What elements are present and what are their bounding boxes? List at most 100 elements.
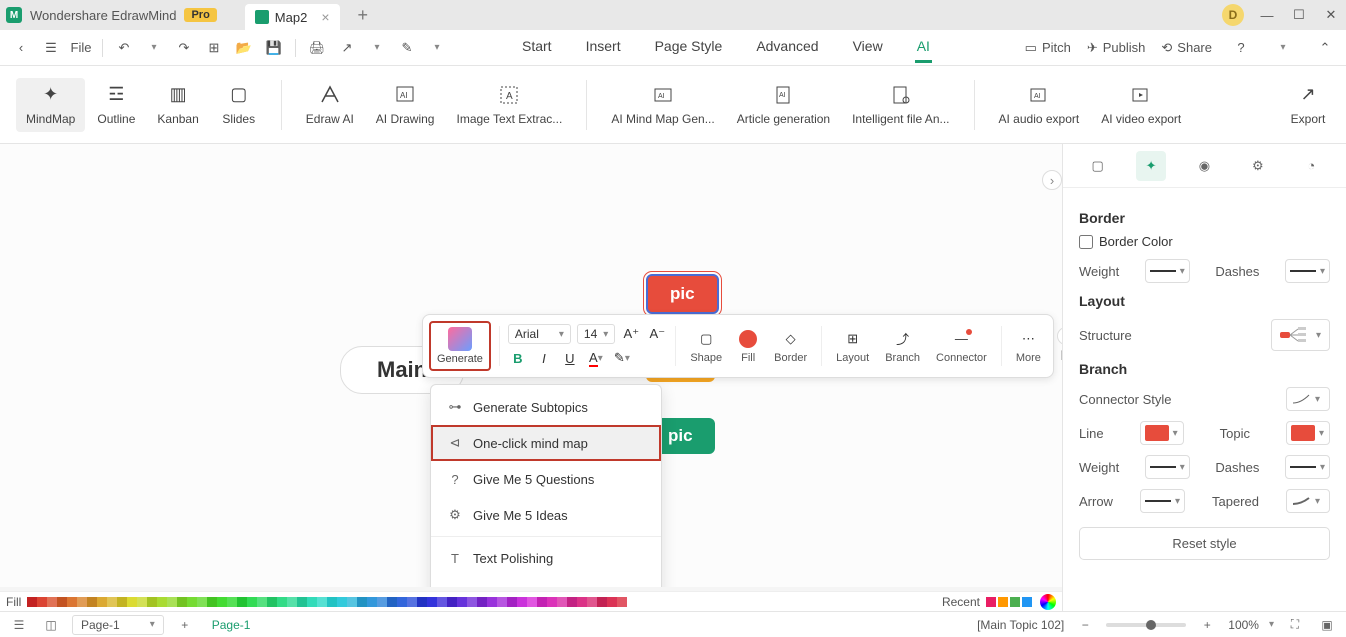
color-swatch[interactable] <box>457 597 467 607</box>
back-button[interactable]: ‹ <box>8 35 34 61</box>
panel-toggle-button[interactable]: ◫ <box>40 614 62 636</box>
color-swatch[interactable] <box>547 597 557 607</box>
color-swatch[interactable] <box>617 597 627 607</box>
add-tab-button[interactable]: + <box>358 5 369 26</box>
user-avatar[interactable]: D <box>1222 4 1244 26</box>
color-swatch[interactable] <box>217 597 227 607</box>
color-swatch[interactable] <box>307 597 317 607</box>
structure-select[interactable]: ▾ <box>1271 319 1330 351</box>
color-swatch[interactable] <box>577 597 587 607</box>
sidebar-tab-ai[interactable]: ✦ <box>1136 151 1166 181</box>
color-swatch[interactable] <box>247 597 257 607</box>
color-swatch[interactable] <box>197 597 207 607</box>
collapse-ribbon-button[interactable]: ⌃ <box>1312 35 1338 61</box>
share-button[interactable]: ⟲Share <box>1161 40 1212 56</box>
italic-button[interactable]: I <box>534 348 554 368</box>
publish-button[interactable]: ✈Publish <box>1087 40 1146 56</box>
zoom-dropdown[interactable]: ▾ <box>1269 619 1274 630</box>
color-swatch[interactable] <box>167 597 177 607</box>
color-swatch[interactable] <box>597 597 607 607</box>
add-page-button[interactable]: + <box>174 614 196 636</box>
dd-one-click-mindmap[interactable]: ⊲One-click mind map <box>431 425 661 461</box>
color-swatch[interactable] <box>77 597 87 607</box>
color-swatch[interactable] <box>417 597 427 607</box>
edit-button[interactable]: ✎ <box>394 35 420 61</box>
recent-swatch[interactable] <box>986 597 996 607</box>
size-select[interactable]: 14▾ <box>577 324 615 344</box>
color-swatch[interactable] <box>537 597 547 607</box>
color-swatch[interactable] <box>47 597 57 607</box>
color-swatch[interactable] <box>497 597 507 607</box>
outline-toggle-button[interactable]: ☰ <box>8 614 30 636</box>
color-swatch[interactable] <box>487 597 497 607</box>
view-kanban[interactable]: ▥ Kanban <box>147 78 208 132</box>
page-tab[interactable]: Page-1 <box>206 616 257 634</box>
help-button[interactable]: ? <box>1228 35 1254 61</box>
undo-dropdown[interactable]: ▾ <box>141 35 167 61</box>
decrease-font-button[interactable]: A⁻ <box>647 324 667 344</box>
toolbar-expand-button[interactable]: › <box>1057 327 1062 345</box>
color-swatch[interactable] <box>337 597 347 607</box>
color-swatch[interactable] <box>117 597 127 607</box>
ai-audio-export-button[interactable]: AI AI audio export <box>989 78 1090 132</box>
line-color-select[interactable]: ▾ <box>1140 421 1184 445</box>
color-swatch[interactable] <box>387 597 397 607</box>
toolbar-pin-button[interactable]: ⇱ <box>1057 347 1062 365</box>
color-swatch[interactable] <box>517 597 527 607</box>
print-button[interactable]: 🖨 <box>304 35 330 61</box>
new-button[interactable]: ⊞ <box>201 35 227 61</box>
article-gen-button[interactable]: AI Article generation <box>727 78 840 132</box>
color-swatch[interactable] <box>357 597 367 607</box>
color-swatch[interactable] <box>397 597 407 607</box>
color-swatch[interactable] <box>567 597 577 607</box>
export-dropdown[interactable]: ▾ <box>364 35 390 61</box>
ai-video-export-button[interactable]: AI video export <box>1091 78 1191 132</box>
color-swatch[interactable] <box>607 597 617 607</box>
file-menu[interactable]: File <box>68 35 94 61</box>
color-swatch[interactable] <box>67 597 77 607</box>
canvas[interactable]: Main pic pic pic Generate Arial▾ 14▾ A⁺ … <box>0 144 1062 587</box>
shape-tool[interactable]: ▢Shape <box>684 327 728 366</box>
color-swatch[interactable] <box>207 597 217 607</box>
border-color-checkbox[interactable]: Border Color <box>1079 234 1330 249</box>
branch-tool[interactable]: ⤴Branch <box>879 327 926 366</box>
redo-button[interactable]: ↷ <box>171 35 197 61</box>
view-outline[interactable]: ☲ Outline <box>87 78 145 132</box>
color-swatch[interactable] <box>37 597 47 607</box>
layout-tool[interactable]: ⊞Layout <box>830 327 875 366</box>
more-tool[interactable]: ⋯More <box>1010 327 1047 366</box>
color-swatch[interactable] <box>257 597 267 607</box>
menu-start[interactable]: Start <box>520 32 554 63</box>
color-swatch[interactable] <box>427 597 437 607</box>
weight-select[interactable]: ▾ <box>1145 259 1190 283</box>
color-swatch[interactable] <box>507 597 517 607</box>
intelligent-file-button[interactable]: Intelligent file An... <box>842 78 959 132</box>
color-swatch[interactable] <box>437 597 447 607</box>
menu-ai[interactable]: AI <box>915 32 932 63</box>
color-swatch[interactable] <box>377 597 387 607</box>
color-swatch[interactable] <box>27 597 37 607</box>
color-swatch[interactable] <box>267 597 277 607</box>
branch-dashes-select[interactable]: ▾ <box>1285 455 1330 479</box>
menu-advanced[interactable]: Advanced <box>754 32 820 63</box>
dd-generate-subtopics[interactable]: ⊶Generate Subtopics <box>431 389 661 425</box>
page-selector[interactable]: Page-1▾ <box>72 615 164 635</box>
subtopic-1[interactable]: pic <box>646 274 719 314</box>
color-swatch[interactable] <box>347 597 357 607</box>
sidebar-tab-settings[interactable]: ⚙ <box>1243 151 1273 181</box>
export-button[interactable]: ↗ Export <box>1280 78 1336 132</box>
color-swatch[interactable] <box>527 597 537 607</box>
underline-button[interactable]: U <box>560 348 580 368</box>
menu-page-style[interactable]: Page Style <box>653 32 725 63</box>
topic-color-select[interactable]: ▾ <box>1286 421 1330 445</box>
color-picker-button[interactable] <box>1040 594 1056 610</box>
color-swatch[interactable] <box>447 597 457 607</box>
font-color-button[interactable]: A ▾ <box>586 348 606 368</box>
reset-style-button[interactable]: Reset style <box>1079 527 1330 560</box>
color-swatch[interactable] <box>237 597 247 607</box>
help-dropdown[interactable]: ▾ <box>1270 35 1296 61</box>
recent-swatch[interactable] <box>998 597 1008 607</box>
color-swatch[interactable] <box>587 597 597 607</box>
generate-button[interactable]: Generate <box>429 321 491 371</box>
branch-weight-select[interactable]: ▾ <box>1145 455 1190 479</box>
